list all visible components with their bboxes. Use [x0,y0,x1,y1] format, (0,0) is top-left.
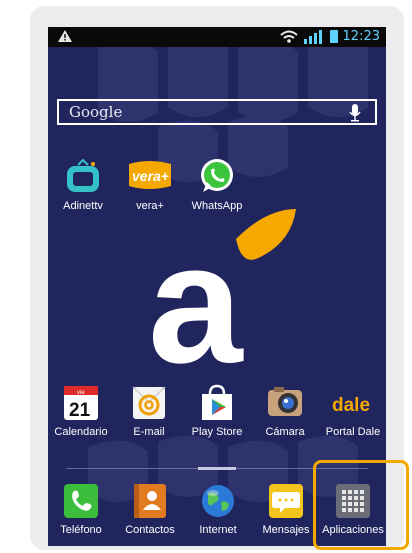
mic-icon[interactable] [349,104,361,127]
dale-icon: dale [332,384,372,422]
app-label: Mensajes [262,524,310,536]
app-label: Play Store [191,426,243,438]
app-camara[interactable]: Cámara [252,384,318,438]
phone-icon [62,482,100,520]
dock-contactos[interactable]: Contactos [117,482,183,536]
app-label: vera+ [136,200,164,212]
search-placeholder: Google [69,103,123,121]
logo-letter: a [148,209,244,399]
app-label: Cámara [265,426,305,438]
calendar-icon: vie 21 [62,384,100,422]
messages-icon [267,482,305,520]
play-store-icon [198,384,236,422]
app-label: Teléfono [60,524,102,536]
app-vera[interactable]: vera+ vera+ [117,158,183,212]
wifi-icon [280,30,298,47]
app-portal-dale[interactable]: dale Portal Dale [320,384,386,438]
app-label: Contactos [125,524,175,536]
dock-telefono[interactable]: Teléfono [48,482,114,536]
globe-icon [199,482,237,520]
contacts-icon [131,482,169,520]
battery-icon [330,30,338,43]
vera-text: vera+ [132,168,169,184]
app-play-store[interactable]: Play Store [184,384,250,438]
dock-mensajes[interactable]: Mensajes [253,482,319,536]
calendar-day: vie [77,390,85,396]
status-bar: 12:23 [48,27,386,47]
status-time: 12:23 [342,29,380,44]
app-adinettv[interactable]: Adinettv [50,158,116,212]
app-label: WhatsApp [191,200,243,212]
page-indicator [198,467,236,470]
dock-internet[interactable]: Internet [185,482,251,536]
app-label: E-mail [133,426,165,438]
app-label: Internet [199,524,237,536]
app-calendario[interactable]: vie 21 Calendario [48,384,114,438]
tv-icon [64,158,102,196]
whatsapp-icon [198,158,236,196]
google-search-bar[interactable]: Google [57,99,377,125]
email-icon [130,384,168,422]
dale-text: dale [332,395,370,416]
warning-icon [58,30,72,45]
calendar-date: 21 [69,400,91,421]
app-email[interactable]: E-mail [116,384,182,438]
app-whatsapp[interactable]: WhatsApp [184,158,250,212]
app-label: Adinettv [63,200,103,212]
highlight-box [313,460,409,550]
signal-icon [304,30,324,47]
brand-logo: a [148,209,296,399]
app-label: Calendario [54,426,108,438]
vera-icon: vera+ [129,158,171,196]
app-label: Portal Dale [325,426,381,438]
camera-icon [266,384,304,422]
